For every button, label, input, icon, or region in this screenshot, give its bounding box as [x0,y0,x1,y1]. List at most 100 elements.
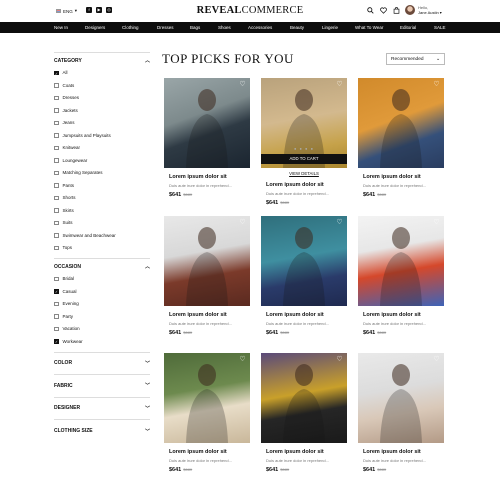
product-name[interactable]: Lorem ipsum dolor sit [169,174,250,180]
nav-sale[interactable]: SALE [434,25,446,30]
checkbox[interactable] [54,220,59,226]
checkbox[interactable] [54,133,59,138]
filter-collapsed-header[interactable]: COLOR ﹀ [54,356,150,370]
filter-collapsed-header[interactable]: DESIGNER ﹀ [54,401,150,415]
product-name[interactable]: Lorem ipsum dolor sit [169,449,250,455]
checkbox[interactable] [54,276,59,282]
product-card[interactable]: ♡ Lorem ipsum dolor sit Duis aute irure do… [261,353,347,473]
filter-collapsed-header[interactable]: FABRIC ﹀ [54,379,150,393]
product-name[interactable]: Lorem ipsum dolor sit [363,449,444,455]
checkbox[interactable] [54,108,59,113]
filter-collapsed-header[interactable]: CLOTHING SIZE ﹀ [54,424,150,438]
wishlist-heart-icon[interactable]: ♡ [336,356,343,363]
heart-icon[interactable] [380,7,387,14]
category-option[interactable]: Loungewear [54,154,150,167]
nav-shoes[interactable]: Shoes [218,25,231,30]
product-image[interactable]: ♡ [358,216,444,306]
product-name[interactable]: Lorem ipsum dolor sit [363,174,444,180]
occasion-option[interactable]: Vacation [54,323,150,336]
product-card[interactable]: ♡ Lorem ipsum dolor sit Duis aute irure do… [164,216,250,336]
wishlist-heart-icon[interactable]: ♡ [433,81,440,88]
add-to-cart-button[interactable]: ADD TO CART [261,154,347,164]
wishlist-heart-icon[interactable]: ♡ [336,81,343,88]
checkbox[interactable] [54,326,59,332]
checkbox[interactable] [54,83,59,88]
product-name[interactable]: Lorem ipsum dolor sit [266,182,347,188]
product-card[interactable]: ♡ Lorem ipsum dolor sit Duis aute irure do… [358,216,444,336]
wishlist-heart-icon[interactable]: ♡ [239,356,246,363]
product-name[interactable]: Lorem ipsum dolor sit [363,312,444,318]
nav-lingerie[interactable]: Lingerie [322,25,338,30]
occasion-option[interactable]: Evening [54,298,150,311]
occasion-option[interactable]: Bridal [54,273,150,286]
category-option[interactable]: Suits [54,217,150,230]
category-option[interactable]: Jeans [54,117,150,130]
product-name[interactable]: Lorem ipsum dolor sit [266,312,347,318]
checkbox[interactable] [54,208,59,213]
checkbox[interactable] [54,95,59,101]
checkbox[interactable] [54,245,59,251]
product-image[interactable]: ♡ [358,78,444,168]
wishlist-heart-icon[interactable]: ♡ [336,219,343,226]
bag-icon[interactable] [393,7,400,14]
occasion-option[interactable]: ✓ Casual [54,285,150,298]
category-option[interactable]: Shorts [54,192,150,205]
checkbox[interactable] [54,301,59,307]
nav-dresses[interactable]: Dresses [157,25,174,30]
nav-editorial[interactable]: Editorial [400,25,416,30]
product-card[interactable]: ♡ Lorem ipsum dolor sit Duis aute irure do… [164,78,250,198]
product-image[interactable]: ♡ [261,353,347,443]
product-card[interactable]: ♡ Lorem ipsum dolor sit Duis aute irure do… [261,216,347,336]
checkbox[interactable]: ✓ [54,70,59,75]
category-option[interactable]: Skirts [54,204,150,217]
view-details-link[interactable]: VIEW DETAILS [261,171,347,176]
category-option[interactable]: Jackets [54,104,150,117]
category-option[interactable]: Matching Separates [54,167,150,180]
category-option[interactable]: Pants [54,179,150,192]
checkbox[interactable] [54,158,59,163]
nav-beauty[interactable]: Beauty [290,25,304,30]
checkbox[interactable] [54,195,59,201]
filter-category-header[interactable]: CATEGORY ︿ [54,57,150,65]
occasion-option[interactable]: Party [54,310,150,323]
checkbox[interactable] [54,183,59,188]
category-option[interactable]: Knitwear [54,142,150,155]
product-image[interactable]: ♡ [261,216,347,306]
nav-designers[interactable]: Designers [85,25,105,30]
nav-accessories[interactable]: Accessories [248,25,272,30]
checkbox[interactable] [54,233,59,238]
user-menu[interactable]: Hello, Jane Austin ▾ [405,5,442,15]
product-card[interactable]: ♡ Lorem ipsum dolor sit Duis aute irure do… [358,353,444,473]
carousel-dots[interactable]: ● ● ● ● [261,146,347,151]
nav-bags[interactable]: Bags [190,25,200,30]
occasion-option[interactable]: ✓ Workwear [54,335,150,348]
product-card[interactable]: ♡ Lorem ipsum dolor sit Duis aute irure do… [164,353,250,473]
checkbox[interactable] [54,314,59,319]
category-option[interactable]: Swimwear and Beachwear [54,229,150,242]
checkbox[interactable]: ✓ [54,339,59,344]
product-name[interactable]: Lorem ipsum dolor sit [266,449,347,455]
wishlist-heart-icon[interactable]: ♡ [433,356,440,363]
category-option[interactable]: ✓ All [54,67,150,80]
category-option[interactable]: Jumpsuits and Playsuits [54,129,150,142]
filter-occasion-header[interactable]: OCCASION ︿ [54,263,150,271]
nav-what-to-wear[interactable]: What To Wear [355,25,383,30]
product-image[interactable]: ♡ [164,353,250,443]
wishlist-heart-icon[interactable]: ♡ [239,81,246,88]
nav-clothing[interactable]: Clothing [122,25,139,30]
category-option[interactable]: Coats [54,79,150,92]
product-image[interactable]: ♡ ● ● ● ● ADD TO CART [261,78,347,168]
category-option[interactable]: Tops [54,242,150,255]
product-name[interactable]: Lorem ipsum dolor sit [169,312,250,318]
sort-select[interactable]: Recommended ⌄ [386,53,445,65]
checkbox[interactable] [54,120,59,126]
checkbox[interactable] [54,145,59,151]
wishlist-heart-icon[interactable]: ♡ [433,219,440,226]
product-image[interactable]: ♡ [358,353,444,443]
product-card[interactable]: ♡ ● ● ● ● ADD TO CART VIEW DETAILS Lorem ips… [261,78,347,206]
checkbox[interactable] [54,170,59,176]
search-icon[interactable] [367,7,374,14]
wishlist-heart-icon[interactable]: ♡ [239,219,246,226]
product-image[interactable]: ♡ [164,78,250,168]
checkbox[interactable]: ✓ [54,289,59,294]
